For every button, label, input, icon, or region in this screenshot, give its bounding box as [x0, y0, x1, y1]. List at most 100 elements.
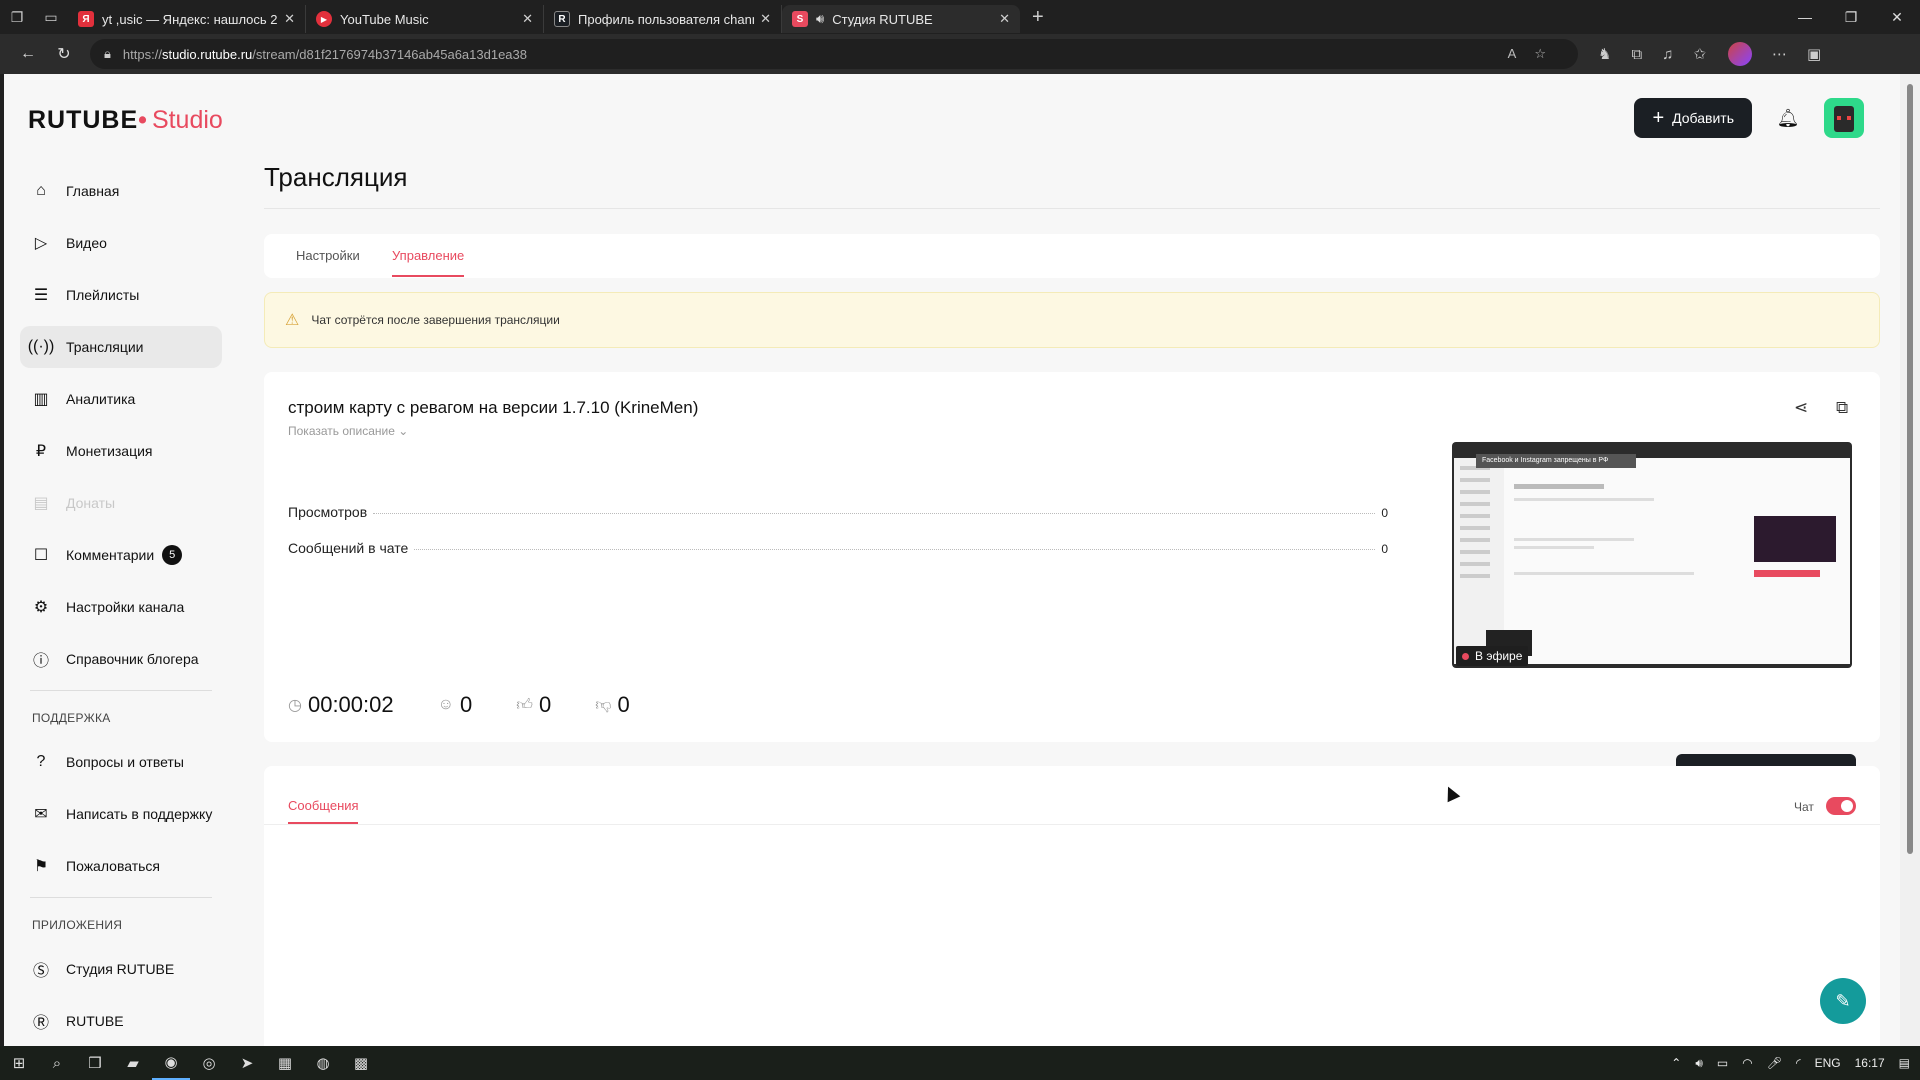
broadcast-icon: ((·)) — [27, 338, 55, 355]
mic-icon[interactable]: 🎤︎ — [1767, 1056, 1782, 1070]
show-description-toggle[interactable]: Показать описание ⌄ — [288, 424, 408, 438]
stat-views: Просмотров 0 — [288, 504, 1388, 520]
sidebar-item-home[interactable]: ⌂ Главная — [20, 170, 222, 212]
sidebar-item-label: Пожаловаться — [66, 858, 161, 874]
sidebar-item-streams[interactable]: ((·)) Трансляции — [20, 326, 222, 368]
app-icon[interactable]: ▩ — [342, 1046, 380, 1080]
tab-actions-icon[interactable]: ▭ — [34, 0, 68, 34]
browser-tab-youtube-music[interactable]: ▶ YouTube Music ✕ — [306, 5, 544, 33]
sidebar-toggle-icon[interactable]: ▣ — [1807, 45, 1821, 63]
mail-icon: ✉ — [34, 806, 48, 823]
clock[interactable]: 16:17 — [1855, 1056, 1885, 1070]
sidebar-item-video[interactable]: ▷ Видео — [20, 222, 222, 264]
title-divider — [264, 208, 1880, 209]
sidebar-item-label: Монетизация — [66, 443, 153, 459]
close-window-icon[interactable]: ✕ — [1874, 9, 1920, 26]
favorites-icon[interactable]: ✩ — [1693, 45, 1706, 63]
file-explorer-icon[interactable]: ▰ — [114, 1046, 152, 1080]
sidebar-item-monetization[interactable]: ₽ Монетизация — [20, 430, 222, 472]
sidebar-divider — [30, 897, 212, 898]
stream-preview[interactable]: Facebook и Instagram запрещены в РФ В эф… — [1452, 442, 1852, 668]
rutube-studio-logo[interactable]: RUTUBE• Studio — [28, 106, 223, 135]
restore-icon[interactable]: ❐ — [1828, 9, 1874, 26]
start-icon[interactable]: ⊞ — [0, 1046, 38, 1080]
sidebar-item-report[interactable]: ⚑ Пожаловаться — [20, 845, 222, 887]
edge-icon[interactable]: ◉ — [152, 1046, 190, 1080]
messages-card: Сообщения Чат — [264, 766, 1880, 1046]
extensions-icon[interactable]: ⧉ — [1631, 46, 1642, 63]
list-icon: ☰ — [33, 287, 49, 304]
extension-icon[interactable]: ♞ — [1598, 45, 1611, 63]
close-icon[interactable]: ✕ — [760, 11, 771, 27]
minimize-icon[interactable]: — — [1782, 9, 1828, 26]
close-icon[interactable]: ✕ — [999, 11, 1010, 27]
external-link-icon[interactable]: ⧉ — [1836, 398, 1848, 418]
sidebar-item-studio-app[interactable]: Ⓢ Студия RUTUBE — [20, 948, 222, 990]
reload-icon[interactable]: ↻ — [46, 44, 82, 64]
sidebar-item-label: Написать в поддержку — [66, 806, 213, 822]
stream-title: строим карту с ревагом на версии 1.7.10 … — [288, 398, 699, 417]
tab-title: Студия RUTUBE — [832, 11, 933, 27]
windows-taskbar: ⊞ ⌕ ❒ ▰ ◉ ◎ ➤ ▦ ◍ ▩ ⌃ 🔊︎ ▭ ◠ 🎤︎ ◜ ENG 16… — [0, 1046, 1920, 1080]
sidebar-divider — [30, 690, 212, 691]
url-field[interactable]: 🔒︎ https:// studio.rutube.ru /stream/d81… — [90, 39, 1578, 69]
workspaces-icon[interactable]: ❐ — [0, 0, 34, 34]
avatar[interactable] — [1824, 98, 1864, 138]
sidebar-item-analytics[interactable]: ▥ Аналитика — [20, 378, 222, 420]
support-chat-button[interactable]: ✎ — [1820, 978, 1866, 1024]
obs-icon[interactable]: ◍ — [304, 1046, 342, 1080]
tab-messages[interactable]: Сообщения — [288, 798, 359, 813]
sidebar-item-channel-settings[interactable]: ⚙ Настройки канала — [20, 586, 222, 628]
browser-tab-yandex[interactable]: Я yt ,usic — Яндекс: нашлось 28 ты ✕ — [68, 5, 306, 33]
question-icon: ? — [36, 753, 46, 770]
search-icon[interactable]: ⌕ — [38, 1046, 76, 1080]
close-icon[interactable]: ✕ — [284, 11, 295, 27]
wifi-icon[interactable]: ◜ — [1796, 1056, 1801, 1070]
comment-icon: ☐ — [33, 547, 49, 564]
plus-icon: + — [1652, 106, 1665, 129]
language-indicator[interactable]: ENG — [1815, 1056, 1841, 1070]
chat-toggle[interactable] — [1826, 797, 1856, 815]
stat-value: 0 — [1381, 506, 1388, 520]
sidebar-item-contact-support[interactable]: ✉ Написать в поддержку — [20, 793, 222, 835]
volume-icon[interactable]: 🔊︎ — [1695, 1056, 1703, 1071]
sidebar-item-blogger-guide[interactable]: ⓘ Справочник блогера — [20, 638, 222, 680]
active-tab-underline — [392, 275, 464, 277]
browser-profile-avatar[interactable] — [1728, 42, 1752, 66]
share-icon[interactable]: ⋖ — [1794, 398, 1808, 418]
page-scrollbar[interactable] — [1900, 74, 1920, 1046]
live-badge: В эфире — [1456, 646, 1529, 666]
video-icon: ▷ — [34, 235, 48, 252]
sidebar-item-label: RUTUBE — [66, 1013, 124, 1029]
tab-management[interactable]: Управление — [392, 248, 464, 263]
back-icon[interactable]: ← — [10, 45, 46, 63]
sidebar-item-playlists[interactable]: ☰ Плейлисты — [20, 274, 222, 316]
notifications-icon[interactable]: ▤ — [1899, 1056, 1910, 1070]
new-tab-icon[interactable]: + — [1032, 6, 1044, 29]
chrome-icon[interactable]: ◎ — [190, 1046, 228, 1080]
user-icon: ☺ — [437, 696, 454, 713]
dislikes-metric: 👎︎ 0 — [595, 692, 630, 718]
add-button[interactable]: + Добавить — [1634, 98, 1752, 138]
media-icon[interactable]: ♫ — [1662, 46, 1673, 63]
sidebar-item-faq[interactable]: ? Вопросы и ответы — [20, 741, 222, 783]
network-icon[interactable]: ◠ — [1742, 1056, 1752, 1070]
chevron-up-icon[interactable]: ⌃ — [1671, 1056, 1681, 1070]
minecraft-icon[interactable]: ▦ — [266, 1046, 304, 1080]
telegram-icon[interactable]: ➤ — [228, 1046, 266, 1080]
likes-metric: 👍︎ 0 — [516, 692, 551, 718]
close-icon[interactable]: ✕ — [522, 11, 533, 27]
browser-tab-studio[interactable]: S 🔊︎ Студия RUTUBE ✕ — [782, 5, 1020, 33]
task-view-icon[interactable]: ❒ — [76, 1046, 114, 1080]
battery-icon[interactable]: ▭ — [1717, 1056, 1728, 1070]
duration-value: 00:00:02 — [307, 692, 394, 717]
read-aloud-favorite-icons[interactable]: A☆ — [1508, 46, 1564, 62]
bell-icon[interactable]: 🔔︎ — [1776, 106, 1800, 130]
sidebar-item-comments[interactable]: ☐ Комментарии 5 — [20, 534, 222, 576]
info-icon: ⓘ — [32, 653, 49, 670]
browser-tab-profile[interactable]: R Профиль пользователя channel ✕ — [544, 5, 782, 33]
sidebar-item-rutube-app[interactable]: Ⓡ RUTUBE — [20, 1000, 222, 1042]
more-icon[interactable]: ⋯ — [1772, 45, 1787, 63]
tab-settings[interactable]: Настройки — [296, 248, 360, 263]
speaker-icon[interactable]: 🔊︎ — [816, 11, 824, 27]
